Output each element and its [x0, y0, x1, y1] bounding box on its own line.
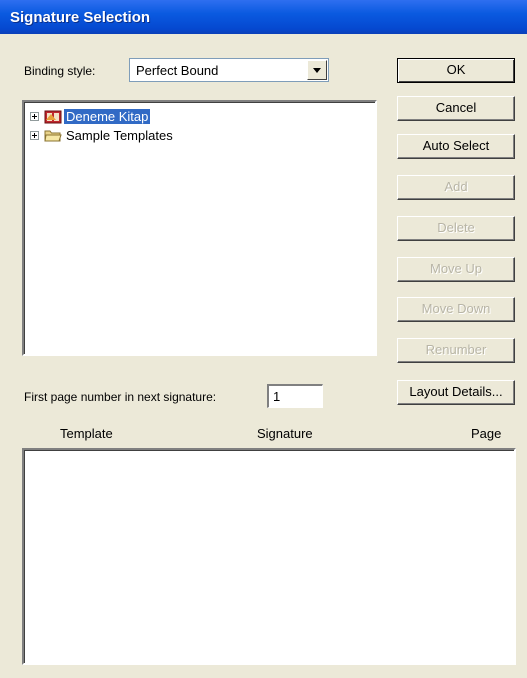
binding-style-dropdown[interactable]: Perfect Bound — [129, 58, 329, 82]
binding-style-value: Perfect Bound — [136, 63, 219, 78]
title-bar[interactable]: Signature Selection — [0, 0, 527, 34]
ok-button[interactable]: OK — [397, 58, 515, 83]
tree-item-sample-templates[interactable]: Sample Templates — [24, 127, 324, 145]
folder-icon — [44, 130, 62, 142]
expand-icon[interactable] — [30, 131, 39, 140]
first-page-label: First page number in next signature: — [24, 390, 217, 404]
move-up-button[interactable]: Move Up — [397, 257, 515, 282]
layout-details-button[interactable]: Layout Details... — [397, 380, 515, 405]
template-tree[interactable]: Deneme Kitap Sample Templates — [22, 100, 377, 356]
window-title: Signature Selection — [10, 9, 151, 26]
book-icon — [44, 110, 62, 124]
binding-style-label: Binding style: — [24, 64, 96, 78]
renumber-button[interactable]: Renumber — [397, 338, 515, 363]
auto-select-button[interactable]: Auto Select — [397, 134, 515, 159]
move-down-button[interactable]: Move Down — [397, 297, 515, 322]
expand-icon[interactable] — [30, 112, 39, 121]
cancel-button[interactable]: Cancel — [397, 96, 515, 121]
tree-item-deneme-kitap[interactable]: Deneme Kitap — [24, 108, 324, 126]
first-page-input[interactable]: 1 — [267, 384, 323, 408]
add-button[interactable]: Add — [397, 175, 515, 200]
tree-item-label: Sample Templates — [66, 128, 173, 143]
signature-list[interactable] — [22, 448, 516, 665]
column-header-page[interactable]: Page — [471, 426, 501, 441]
delete-button[interactable]: Delete — [397, 216, 515, 241]
column-header-template[interactable]: Template — [60, 426, 113, 441]
chevron-down-icon[interactable] — [307, 60, 327, 80]
tree-item-label: Deneme Kitap — [64, 109, 151, 124]
column-header-signature[interactable]: Signature — [257, 426, 313, 441]
